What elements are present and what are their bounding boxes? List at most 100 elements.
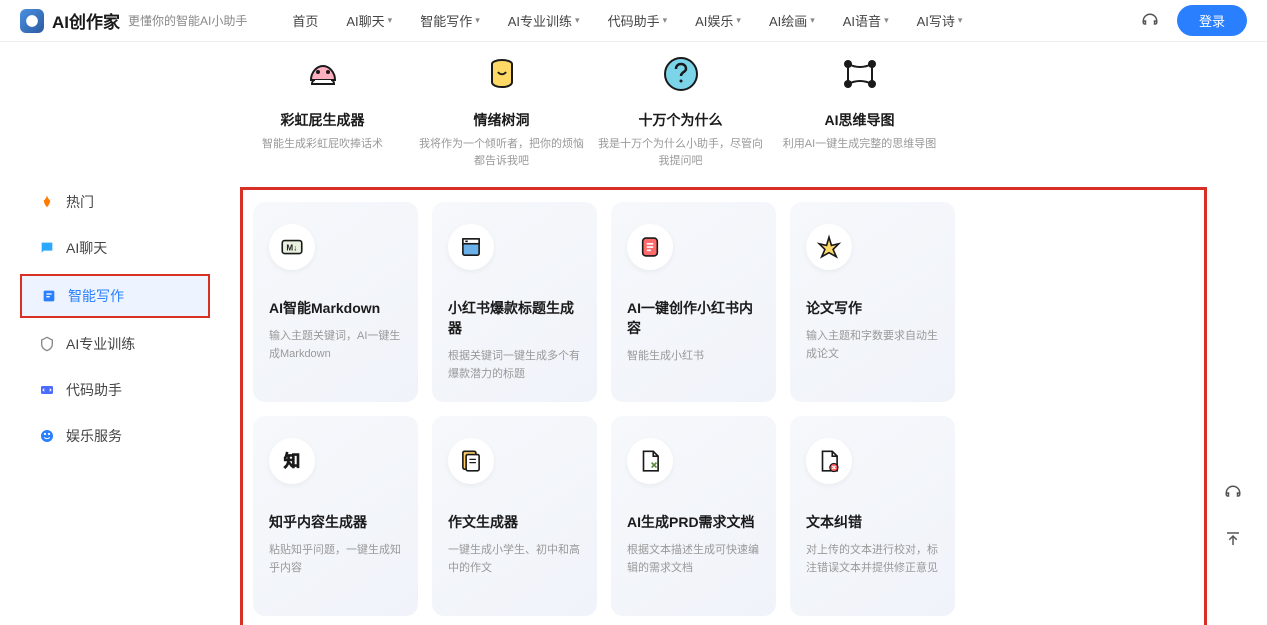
chevron-down-icon: ▾ xyxy=(736,15,741,26)
content: 彩虹屁生成器智能生成彩虹屁吹捧话术情绪树洞我将作为一个倾听者，把你的烦恼都告诉我… xyxy=(230,42,1267,625)
card-title: 小红书爆款标题生成器 xyxy=(448,298,581,338)
chevron-down-icon: ▾ xyxy=(958,15,963,26)
chevron-down-icon: ▾ xyxy=(388,15,393,26)
nav-label: 智能写作 xyxy=(420,11,472,30)
top-card-1[interactable]: 情绪树洞我将作为一个倾听者，把你的烦恼都告诉我吧 xyxy=(419,52,584,169)
svg-text:M↓: M↓ xyxy=(286,243,297,252)
top-card-3[interactable]: AI思维导图利用AI一键生成完整的思维导图 xyxy=(777,52,942,169)
card-desc: 输入主题关键词，AI一键生成Markdown xyxy=(269,328,402,363)
card-desc: 一键生成小学生、初中和高中的作文 xyxy=(448,542,581,577)
support-float-button[interactable] xyxy=(1217,477,1249,509)
card-title: 十万个为什么 xyxy=(598,110,763,130)
card-icon xyxy=(480,52,524,96)
nav-item-7[interactable]: AI语音▾ xyxy=(843,11,889,30)
sidebar-item-4[interactable]: 代码助手 xyxy=(20,370,210,410)
nav: 首页AI聊天▾智能写作▾AI专业训练▾代码助手▾AI娱乐▾AI绘画▾AI语音▾A… xyxy=(292,11,1141,30)
tagline: 更懂你的智能AI小助手 xyxy=(128,12,247,29)
card-1[interactable]: 小红书爆款标题生成器根据关键词一键生成多个有爆款潜力的标题 xyxy=(432,202,597,402)
nav-item-2[interactable]: 智能写作▾ xyxy=(420,11,480,30)
main: 热门 AI聊天智能写作 AI专业训练代码助手娱乐服务 彩虹屁生成器智能生成彩虹屁吹捧… xyxy=(0,42,1267,625)
card-title: 彩虹屁生成器 xyxy=(240,110,405,130)
login-button[interactable]: 登录 xyxy=(1177,5,1247,36)
nav-item-1[interactable]: AI聊天 ▾ xyxy=(346,11,392,30)
logo-area[interactable]: AI创作家 xyxy=(20,8,120,33)
sidebar-icon xyxy=(40,287,58,305)
sidebar-label: 娱乐服务 xyxy=(66,426,122,446)
sidebar-item-2[interactable]: 智能写作 xyxy=(20,274,210,318)
card-title: 作文生成器 xyxy=(448,512,581,532)
nav-label: AI聊天 xyxy=(346,11,384,30)
card-desc: 我是十万个为什么小助手，尽管向我提问吧 xyxy=(598,136,763,169)
nav-label: AI绘画 xyxy=(769,11,807,30)
chevron-down-icon: ▾ xyxy=(575,15,580,26)
card-5[interactable]: 作文生成器一键生成小学生、初中和高中的作文 xyxy=(432,416,597,616)
chevron-down-icon: ▾ xyxy=(884,15,889,26)
nav-item-3[interactable]: AI专业训练▾ xyxy=(508,11,580,30)
sidebar-item-1[interactable]: AI聊天 xyxy=(20,228,210,268)
card-icon xyxy=(806,438,852,484)
sidebar-icon xyxy=(38,335,56,353)
card-title: 文本纠错 xyxy=(806,512,939,532)
card-icon xyxy=(838,52,882,96)
sidebar-label: 热门 xyxy=(66,192,94,212)
card-3[interactable]: 论文写作输入主题和字数要求自动生成论文 xyxy=(790,202,955,402)
card-desc: 根据关键词一键生成多个有爆款潜力的标题 xyxy=(448,348,581,383)
sidebar-item-5[interactable]: 娱乐服务 xyxy=(20,416,210,456)
header-right: 登录 xyxy=(1141,5,1247,36)
cards-grid: M↓ AI智能Markdown 输入主题关键词，AI一键生成Markdown 小红书爆… xyxy=(253,202,1194,616)
nav-item-4[interactable]: 代码助手▾ xyxy=(608,11,668,30)
card-title: 论文写作 xyxy=(806,298,939,318)
nav-label: 代码助手 xyxy=(608,11,660,30)
card-icon xyxy=(448,438,494,484)
highlight-box: M↓ AI智能Markdown 输入主题关键词，AI一键生成Markdown 小红书爆… xyxy=(240,187,1207,625)
top-card-2[interactable]: 十万个为什么我是十万个为什么小助手，尽管向我提问吧 xyxy=(598,52,763,169)
float-buttons xyxy=(1217,477,1249,555)
card-6[interactable]: AI生成PRD需求文档根据文本描述生成可快速编辑的需求文档 xyxy=(611,416,776,616)
card-title: 情绪树洞 xyxy=(419,110,584,130)
card-icon xyxy=(448,224,494,270)
nav-item-5[interactable]: AI娱乐▾ xyxy=(695,11,741,30)
nav-label: AI专业训练 xyxy=(508,11,572,30)
card-2[interactable]: AI一键创作小红书内容智能生成小红书 xyxy=(611,202,776,402)
card-title: 知乎内容生成器 xyxy=(269,512,402,532)
top-card-0[interactable]: 彩虹屁生成器智能生成彩虹屁吹捧话术 xyxy=(240,52,405,169)
sidebar-item-3[interactable]: AI专业训练 xyxy=(20,324,210,364)
chevron-down-icon: ▾ xyxy=(663,15,668,26)
nav-label: AI写诗 xyxy=(917,11,955,30)
headset-icon[interactable] xyxy=(1141,12,1159,30)
card-title: AI思维导图 xyxy=(777,110,942,130)
card-icon xyxy=(627,224,673,270)
nav-label: AI语音 xyxy=(843,11,881,30)
card-desc: 粘贴知乎问题，一键生成知乎内容 xyxy=(269,542,402,577)
brand-name: AI创作家 xyxy=(52,8,120,33)
nav-item-0[interactable]: 首页 xyxy=(292,11,318,30)
card-icon xyxy=(627,438,673,484)
sidebar-icon xyxy=(38,427,56,445)
card-desc: 根据文本描述生成可快速编辑的需求文档 xyxy=(627,542,760,577)
card-0[interactable]: M↓ AI智能Markdown 输入主题关键词，AI一键生成Markdown xyxy=(253,202,418,402)
sidebar: 热门 AI聊天智能写作 AI专业训练代码助手娱乐服务 xyxy=(0,42,230,625)
nav-item-8[interactable]: AI写诗▾ xyxy=(917,11,963,30)
card-title: AI生成PRD需求文档 xyxy=(627,512,760,532)
nav-label: AI娱乐 xyxy=(695,11,733,30)
sidebar-label: 智能写作 xyxy=(68,286,124,306)
scroll-top-button[interactable] xyxy=(1217,523,1249,555)
nav-label: 首页 xyxy=(292,11,318,30)
sidebar-icon xyxy=(38,193,56,211)
card-4[interactable]: 知知乎内容生成器粘贴知乎问题，一键生成知乎内容 xyxy=(253,416,418,616)
card-title: AI智能Markdown xyxy=(269,298,402,318)
card-desc: 对上传的文本进行校对，标注错误文本并提供修正意见 xyxy=(806,542,939,577)
top-row: 彩虹屁生成器智能生成彩虹屁吹捧话术情绪树洞我将作为一个倾听者，把你的烦恼都告诉我… xyxy=(240,52,1207,169)
card-desc: 输入主题和字数要求自动生成论文 xyxy=(806,328,939,363)
header: AI创作家 更懂你的智能AI小助手 首页AI聊天▾智能写作▾AI专业训练▾代码助… xyxy=(0,0,1267,42)
sidebar-label: 代码助手 xyxy=(66,380,122,400)
sidebar-item-0[interactable]: 热门 xyxy=(20,182,210,222)
card-desc: 我将作为一个倾听者，把你的烦恼都告诉我吧 xyxy=(419,136,584,169)
chevron-down-icon: ▾ xyxy=(810,15,815,26)
card-icon: M↓ xyxy=(269,224,315,270)
card-title: AI一键创作小红书内容 xyxy=(627,298,760,338)
chevron-down-icon: ▾ xyxy=(475,15,480,26)
nav-item-6[interactable]: AI绘画▾ xyxy=(769,11,815,30)
card-7[interactable]: 文本纠错对上传的文本进行校对，标注错误文本并提供修正意见 xyxy=(790,416,955,616)
logo-icon xyxy=(20,9,44,33)
